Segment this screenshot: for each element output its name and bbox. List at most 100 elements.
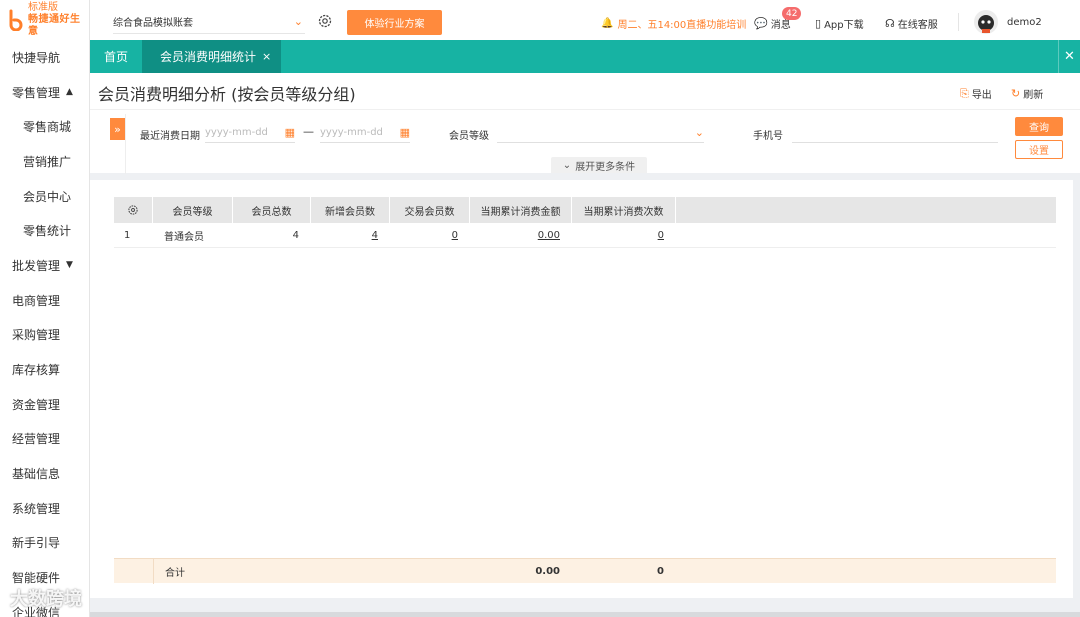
caret-up-icon: ▲ (66, 87, 73, 98)
bottom-strip (90, 612, 1080, 617)
app-download-button[interactable]: ▯ App下载 (815, 16, 864, 31)
sidebar-item[interactable]: 新手引导 (0, 526, 89, 561)
sidebar-item[interactable]: 库存核算 (0, 352, 89, 387)
column-header[interactable]: 当期累计消费次数 (572, 197, 676, 223)
chevron-down-icon: ⌄ (694, 125, 704, 139)
sidebar-item[interactable]: 电商管理 (0, 283, 89, 318)
sidebar-item[interactable]: 资金管理 (0, 387, 89, 422)
logo[interactable]: 标准版 畅捷通好生意 (0, 0, 89, 40)
sidebar-item-label: 快捷导航 (12, 50, 61, 65)
training-notice[interactable]: 🔔 周二、五14:00直播功能培训 (601, 16, 746, 31)
sidebar-item-label: 新手引导 (12, 536, 61, 551)
footer-label: 合计 (153, 559, 233, 584)
close-icon[interactable]: × (262, 50, 271, 63)
sidebar-item[interactable]: 零售管理 ▲ (0, 75, 89, 110)
phone-label: 手机号 (753, 131, 783, 142)
expand-sidebar-icon[interactable]: » (110, 118, 125, 140)
new-members-cell[interactable]: 4 (311, 223, 390, 248)
consumption-times-link[interactable]: 0 (658, 230, 664, 241)
column-header[interactable]: 会员总数 (233, 197, 311, 223)
online-service-label: 在线客服 (897, 20, 938, 31)
logo-icon (8, 9, 24, 31)
sidebar-item[interactable]: 批发管理 ▼ (0, 248, 89, 283)
tab-label: 会员消费明细统计 (160, 50, 257, 64)
sidebar-item[interactable]: 快捷导航 (0, 40, 89, 75)
sidebar: 标准版 畅捷通好生意 快捷导航 零售管理 ▲ 零售商城 营销推广 会员中心 零售统计 批发管理… (0, 0, 90, 617)
column-settings-icon[interactable] (114, 197, 153, 223)
footer-spacer (390, 559, 470, 584)
consumption-amount-link[interactable]: 0.00 (538, 230, 560, 241)
phone-input[interactable] (792, 122, 998, 143)
chat-icon: 💬 (754, 17, 768, 30)
trading-members-link[interactable]: 0 (452, 230, 458, 241)
column-header[interactable]: 当期累计消费金额 (470, 197, 572, 223)
row-index: 1 (124, 230, 131, 241)
date-range-separator: — (303, 125, 314, 138)
export-icon: ⎘ (960, 86, 969, 100)
sidebar-item-label: 批发管理 (12, 258, 61, 273)
sidebar-item[interactable]: 采购管理 (0, 318, 89, 353)
avatar[interactable] (974, 10, 998, 34)
username[interactable]: demo2 (1007, 17, 1042, 28)
footer-spacer (114, 559, 153, 584)
tab-bar: 首页 会员消费明细统计 × ✕ (90, 40, 1080, 73)
member-level-select[interactable]: ⌄ (497, 122, 704, 143)
tab-member-consumption[interactable]: 会员消费明细统计 × (142, 40, 282, 73)
page-title: 会员消费明细分析 (按会员等级分组) (98, 85, 356, 104)
bell-icon: 🔔 (601, 18, 614, 29)
date-to-input[interactable]: yyyy-mm-dd ▦ (320, 122, 410, 143)
sidebar-item[interactable]: 零售商城 (0, 109, 89, 144)
divider (958, 13, 959, 31)
industry-solution-button[interactable]: 体验行业方案 (347, 10, 442, 35)
trading-members-cell[interactable]: 0 (390, 223, 470, 248)
sidebar-item-label: 营销推广 (23, 154, 72, 169)
chevron-double-down-icon: ⌄ (562, 159, 572, 171)
more-conditions-toggle[interactable]: ⌄ 展开更多条件 (551, 157, 647, 173)
refresh-label: 刷新 (1023, 90, 1044, 101)
notice-text: 周二、五14:00直播功能培训 (617, 20, 747, 31)
consumption-amount-cell[interactable]: 0.00 (470, 223, 572, 248)
export-button[interactable]: ⎘ 导出 (960, 86, 992, 102)
date-from-input[interactable]: yyyy-mm-dd ▦ (205, 122, 295, 143)
sidebar-item[interactable]: 营销推广 (0, 144, 89, 179)
edition-label: 标准版 (28, 2, 58, 13)
member-level-cell: 普通会员 (164, 232, 204, 243)
sidebar-item-label: 采购管理 (12, 328, 61, 343)
sidebar-item-label: 会员中心 (23, 189, 72, 204)
date-to-placeholder: yyyy-mm-dd (320, 126, 383, 138)
consumption-times-cell[interactable]: 0 (572, 223, 676, 248)
sidebar-item-label: 零售商城 (23, 120, 72, 135)
gear-icon[interactable] (317, 13, 333, 29)
close-all-tabs-icon[interactable]: ✕ (1058, 40, 1080, 73)
column-header[interactable]: 新增会员数 (311, 197, 390, 223)
setting-button[interactable]: 设置 (1015, 140, 1063, 159)
top-bar: 综合食品模拟账套 ⌄ 体验行业方案 🔔 周二、五14:00直播功能培训 💬 消息… (90, 0, 1080, 40)
sidebar-item[interactable]: 基础信息 (0, 456, 89, 491)
query-button[interactable]: 查询 (1015, 117, 1063, 136)
tab-home[interactable]: 首页 (90, 40, 142, 73)
footer-spacer (311, 559, 390, 584)
sidebar-item[interactable]: 系统管理 (0, 491, 89, 526)
member-level-label: 会员等级 (449, 131, 489, 142)
sidebar-item-label: 资金管理 (12, 397, 61, 412)
caret-down-icon: ▼ (66, 260, 73, 271)
sidebar-item[interactable]: 会员中心 (0, 179, 89, 214)
table-row[interactable]: 1 普通会员 4 4 0 0.00 0 (114, 223, 1056, 248)
footer-times: 0 (657, 566, 664, 577)
column-header[interactable]: 交易会员数 (390, 197, 470, 223)
account-select[interactable]: 综合食品模拟账套 ⌄ (113, 10, 305, 34)
new-members-link[interactable]: 4 (372, 230, 378, 241)
column-header[interactable]: 会员等级 (153, 197, 233, 223)
phone-icon: ▯ (815, 17, 822, 30)
export-label: 导出 (971, 90, 992, 101)
brand-slogan: 畅捷通好生意 (28, 14, 81, 37)
chevron-down-icon: ⌄ (293, 15, 303, 28)
sidebar-item-label: 系统管理 (12, 501, 61, 516)
sidebar-item[interactable]: 经营管理 (0, 422, 89, 457)
online-service-button[interactable]: ☊ 在线客服 (885, 16, 938, 31)
calendar-icon: ▦ (399, 125, 410, 139)
messages-count-badge: 42 (782, 7, 802, 20)
headset-icon: ☊ (885, 17, 895, 30)
refresh-button[interactable]: ↻ 刷新 (1011, 86, 1043, 101)
sidebar-item[interactable]: 零售统计 (0, 213, 89, 248)
